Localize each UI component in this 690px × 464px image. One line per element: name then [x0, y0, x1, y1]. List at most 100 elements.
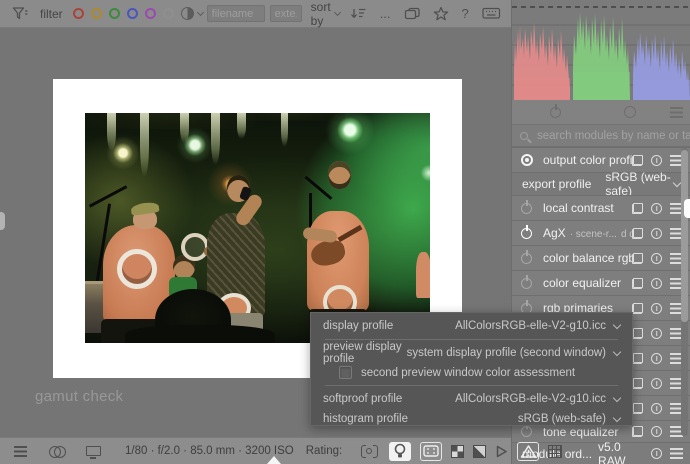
sort-direction-icon[interactable] — [350, 7, 367, 20]
scope-presets-icon[interactable] — [670, 107, 683, 118]
multi-instance-icon[interactable] — [632, 403, 643, 414]
guides-grid-icon[interactable] — [548, 445, 562, 458]
multi-instance-icon[interactable] — [632, 228, 643, 239]
second-preview-checkbox-row[interactable]: second preview window color assessment — [311, 363, 632, 382]
display-icon[interactable] — [86, 446, 101, 456]
chevron-down-icon[interactable] — [613, 393, 621, 401]
focus-peaking-icon[interactable] — [358, 442, 380, 461]
reset-icon[interactable] — [651, 403, 662, 414]
iso12646-assessment-icon[interactable] — [420, 442, 442, 461]
raw-clipping-checker-icon[interactable] — [451, 445, 464, 458]
reset-icon[interactable] — [651, 328, 662, 339]
multi-instance-icon[interactable] — [632, 278, 643, 289]
filename-filter-input[interactable] — [207, 5, 265, 22]
export-profile-combobox[interactable]: export profile sRGB (web-safe) — [512, 172, 690, 195]
display-profile-row[interactable]: display profile AllColorsRGB-elle-V2-g10… — [311, 316, 632, 336]
color-label-red-filter[interactable] — [73, 8, 84, 19]
multi-instance-icon[interactable] — [632, 203, 643, 214]
multi-instance-icon[interactable] — [632, 155, 643, 166]
concert-photo[interactable] — [85, 113, 430, 343]
color-label-blue-filter[interactable] — [127, 8, 138, 19]
reset-icon[interactable] — [651, 378, 662, 389]
extension-filter-input[interactable] — [270, 5, 302, 22]
raw-overexposed-bulb-icon[interactable] — [389, 442, 411, 461]
module-order-value[interactable]: v5.0 RAW — [598, 440, 651, 464]
reset-icon[interactable] — [651, 203, 662, 214]
second-window-circles-icon[interactable] — [49, 446, 66, 457]
preview-display-profile-label: preview display profile — [323, 341, 407, 365]
module-name[interactable]: output color profile — [543, 153, 632, 167]
color-label-none-filter[interactable] — [163, 8, 174, 19]
star-overlays-icon[interactable] — [433, 6, 449, 21]
preview-display-profile-row[interactable]: preview display profile system display p… — [311, 343, 632, 363]
softproof-icon[interactable] — [495, 444, 508, 459]
softproof-profile-value[interactable]: AllColorsRGB-elle-V2-g10.icc — [455, 393, 606, 405]
histogram-profile-value[interactable]: sRGB (web-safe) — [518, 413, 606, 425]
sort-by-label[interactable]: sort by — [311, 0, 331, 28]
reset-icon[interactable] — [651, 426, 662, 437]
module-enabled-radio-icon[interactable] — [521, 154, 533, 166]
scope-mode-circle-icon[interactable] — [624, 106, 636, 118]
multi-instance-icon[interactable] — [632, 303, 643, 314]
filmstrip-expand-arrow[interactable] — [267, 456, 281, 464]
softproof-profile-row[interactable]: softproof profile AllColorsRGB-elle-V2-g… — [311, 389, 632, 409]
stage-right-figure — [416, 252, 430, 298]
multi-instance-icon[interactable] — [632, 328, 643, 339]
module-search-input[interactable] — [535, 129, 690, 143]
module-agx[interactable]: AgX· scene-r...d default — [512, 220, 690, 245]
rating-label[interactable]: Rating: — [306, 445, 342, 457]
bottom-menu-icon[interactable] — [14, 446, 27, 457]
module-power-icon[interactable] — [521, 203, 532, 214]
sort-by-caret-icon[interactable] — [334, 9, 341, 16]
second-preview-checkbox[interactable] — [339, 366, 352, 379]
histogram-rgb-parade[interactable] — [512, 0, 690, 100]
export-profile-value[interactable]: sRGB (web-safe) — [605, 170, 674, 198]
overexposure-warning-icon[interactable] — [473, 445, 486, 458]
grouping-stack-icon[interactable] — [404, 7, 421, 20]
module-local-contrast[interactable]: local contrast — [512, 195, 690, 220]
module-output-color-profile[interactable]: output color profile — [512, 147, 690, 172]
left-panel-collapse-handle[interactable] — [0, 212, 5, 230]
module-color-balance-rgb[interactable]: color balance rgb — [512, 245, 690, 270]
scrollbar-thumb[interactable] — [681, 150, 688, 322]
reset-icon[interactable] — [651, 253, 662, 264]
module-power-icon[interactable] — [521, 253, 532, 264]
chevron-down-icon[interactable] — [613, 413, 621, 421]
module-name[interactable]: color equalizer — [543, 276, 632, 290]
color-label-purple-filter[interactable] — [145, 8, 156, 19]
multi-instance-icon[interactable] — [632, 353, 643, 364]
reset-icon[interactable] — [651, 303, 662, 314]
more-options-icon[interactable]: ... — [380, 6, 391, 21]
module-power-icon[interactable] — [521, 278, 532, 289]
module-color-equalizer[interactable]: color equalizer — [512, 270, 690, 295]
module-name[interactable]: local contrast — [543, 201, 632, 215]
reset-icon[interactable] — [651, 155, 662, 166]
shortcuts-keyboard-icon[interactable] — [482, 7, 501, 20]
histogram-profile-row[interactable]: histogram profile sRGB (web-safe) — [311, 409, 632, 429]
chevron-down-icon[interactable] — [613, 320, 621, 328]
help-icon[interactable]: ? — [462, 6, 469, 21]
scope-power-icon[interactable] — [550, 107, 561, 118]
chevron-down-icon[interactable] — [613, 347, 621, 355]
display-profile-value[interactable]: AllColorsRGB-elle-V2-g10.icc — [455, 320, 606, 332]
gamut-check-warning-icon[interactable] — [517, 442, 539, 461]
color-filter-caret-icon[interactable] — [197, 9, 204, 16]
filter-funnel-icon[interactable] — [12, 6, 28, 21]
module-list-scrollbar[interactable] — [681, 148, 688, 436]
presets-icon[interactable] — [670, 448, 683, 459]
module-name[interactable]: color balance rgb — [543, 251, 632, 265]
preview-display-profile-value[interactable]: system display profile (second window) — [407, 347, 606, 359]
module-power-icon[interactable] — [521, 228, 532, 239]
reset-icon[interactable] — [651, 448, 662, 459]
right-panel-collapse-handle[interactable] — [684, 199, 690, 218]
multi-instance-icon[interactable] — [632, 378, 643, 389]
color-label-yellow-filter[interactable] — [91, 8, 102, 19]
color-label-toggle-icon[interactable] — [181, 7, 194, 20]
reset-icon[interactable] — [651, 228, 662, 239]
chevron-down-icon[interactable] — [673, 178, 681, 186]
reset-icon[interactable] — [651, 353, 662, 364]
multi-instance-icon[interactable] — [632, 253, 643, 264]
color-label-green-filter[interactable] — [109, 8, 120, 19]
multi-instance-icon[interactable] — [632, 426, 643, 437]
reset-icon[interactable] — [651, 278, 662, 289]
